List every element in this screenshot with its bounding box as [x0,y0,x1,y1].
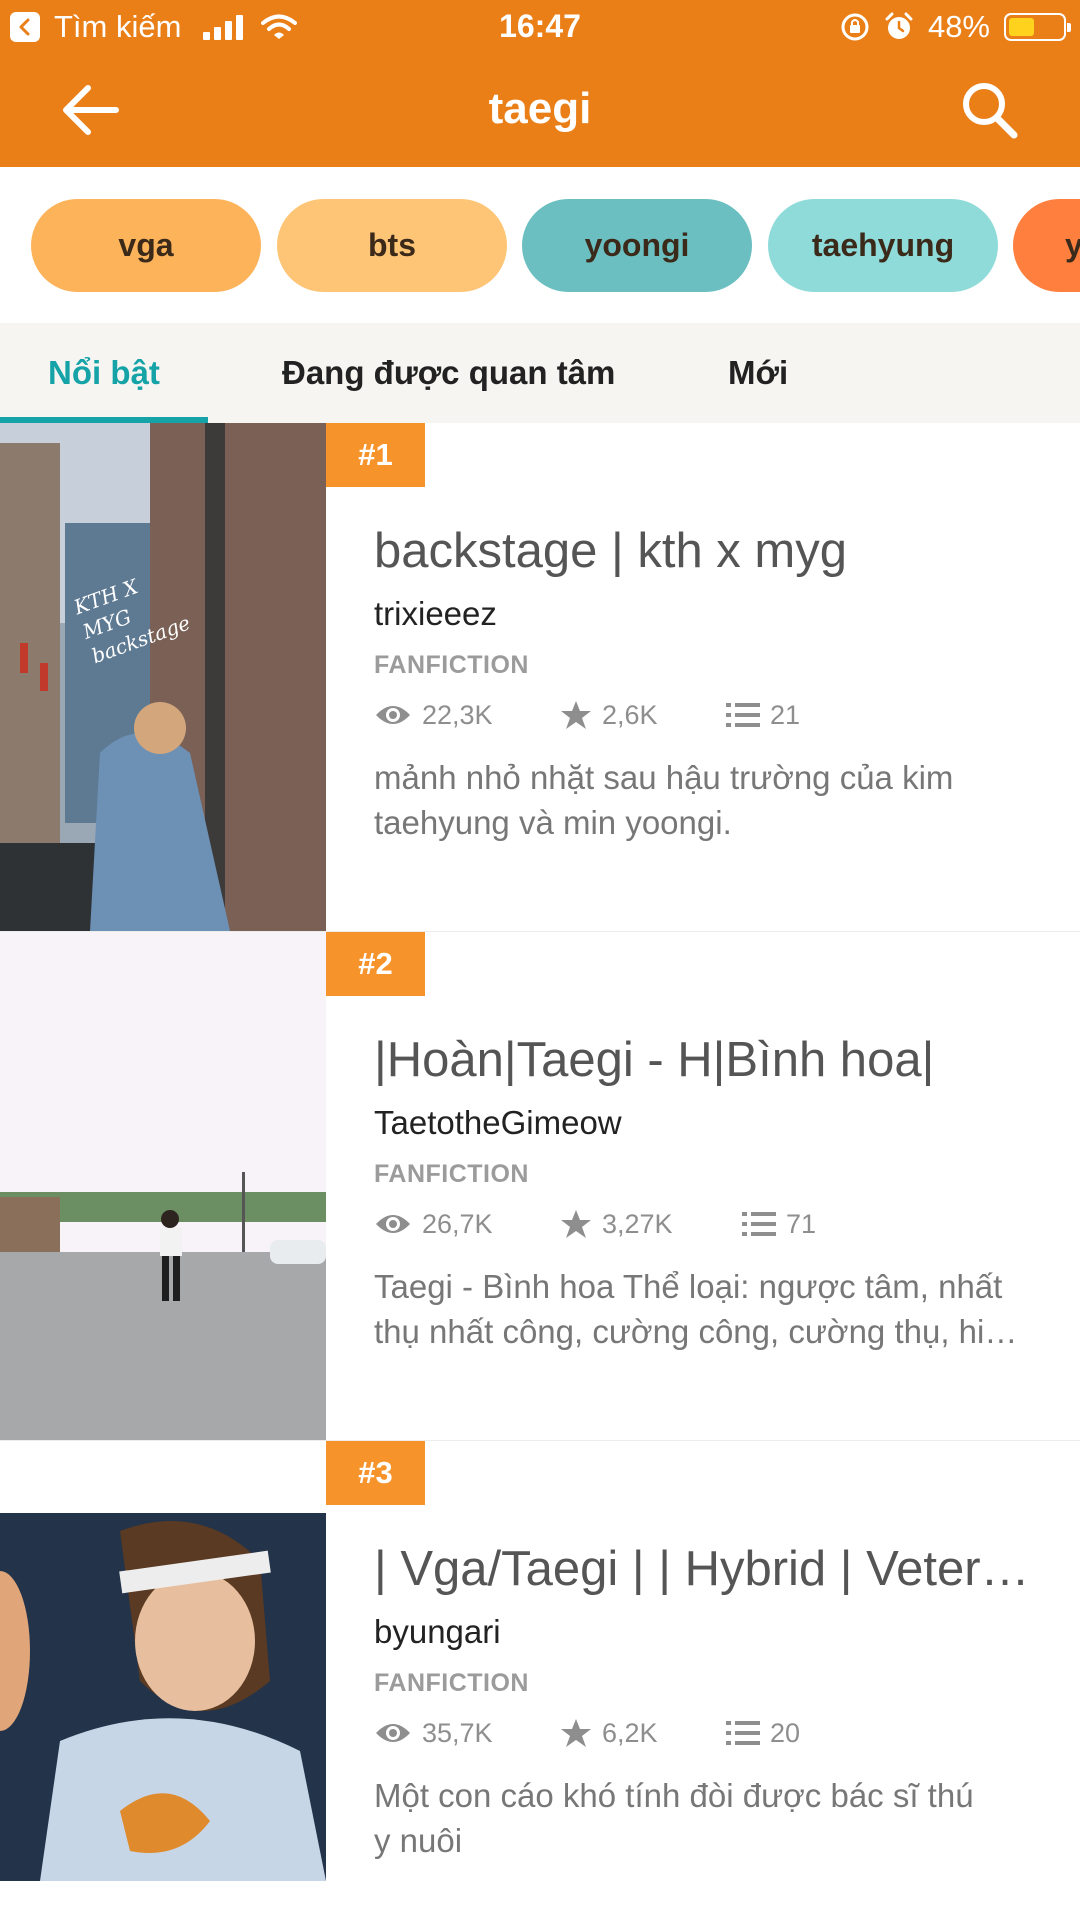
views-stat: 22,3K [374,700,560,731]
story-list-item[interactable]: #3 | Vga/Taegi | | Hybrid | Veteri… byun… [0,1441,1080,1920]
story-title[interactable]: |Hoàn|Taegi - H|Bình hoa| [374,1032,1034,1088]
back-app-label[interactable]: Tìm kiếm [54,9,181,45]
description-line: Một con cáo khó tính đòi được bác sĩ thú [374,1777,974,1814]
related-tags: vga bts yoongi taehyung y [0,167,1080,323]
arrow-left-icon[interactable] [60,82,120,138]
list-icon [726,703,760,727]
tag-chip[interactable]: vga [31,199,261,292]
votes-count: 6,2K [602,1717,658,1748]
story-author[interactable]: trixieeez [374,595,497,633]
back-to-app-icon[interactable] [10,12,40,42]
story-author[interactable]: TaetotheGimeow [374,1104,622,1142]
story-cover-image[interactable]: KTH X MYG backstage [0,423,326,931]
story-category: FANFICTION [374,1669,529,1697]
rank-badge: #3 [326,1441,425,1505]
star-icon [561,1210,591,1238]
votes-stat: 3,27K [560,1209,742,1240]
orientation-lock-icon [841,13,869,41]
description-line: taehyung và min yoongi. [374,804,732,841]
alarm-icon [885,12,913,39]
list-icon [742,1212,776,1236]
description-line: thụ nhất công, cường công, cường thụ, hi… [374,1313,1018,1350]
search-icon[interactable] [960,80,1018,140]
tab-trending[interactable]: Đang được quan tâm [282,323,615,423]
story-stats: 26,7K 3,27K 71 [374,1204,816,1244]
tag-chip[interactable]: y [1013,199,1080,292]
app-header: taegi [0,54,1080,167]
views-stat: 26,7K [374,1209,560,1240]
list-icon [726,1721,760,1745]
story-list-item[interactable]: #2 |Hoàn|Taegi - H|Bình hoa| TaetotheGim… [0,932,1080,1442]
battery-icon [1004,13,1071,41]
story-category: FANFICTION [374,651,529,679]
parts-count: 20 [770,1717,801,1748]
star-icon [561,701,591,729]
story-description: mảnh nhỏ nhặt sau hậu trường của kim tae… [374,755,1034,845]
votes-count: 2,6K [602,699,658,730]
description-line: mảnh nhỏ nhặt sau hậu trường của kim [374,759,954,796]
tag-chip[interactable]: bts [277,199,507,292]
tab-featured[interactable]: Nổi bật [48,323,160,423]
description-line: y nuôi [374,1822,463,1859]
page-title: taegi [488,84,592,133]
eye-icon [376,706,410,724]
votes-stat: 6,2K [560,1718,726,1749]
tag-chip[interactable]: yoongi [522,199,752,292]
story-stats: 35,7K 6,2K 20 [374,1713,800,1753]
battery-level [1009,18,1034,36]
views-count: 35,7K [422,1717,493,1748]
status-back-to-app[interactable]: Tìm kiếm [10,8,298,46]
rank-badge: #2 [326,932,425,996]
wifi-icon [261,14,298,39]
tab-new[interactable]: Mới [728,323,788,423]
cellular-signal-icon [203,14,244,40]
rank-badge: #1 [326,423,425,487]
tag-chip[interactable]: taehyung [768,199,998,292]
description-line: Taegi - Bình hoa Thể loại: ngược tâm, nh… [374,1268,1003,1305]
parts-stat: 21 [726,700,800,731]
star-icon [561,1719,591,1747]
story-category: FANFICTION [374,1160,529,1188]
battery-percent: 48% [927,9,990,44]
story-description: Taegi - Bình hoa Thể loại: ngược tâm, nh… [374,1264,1034,1354]
story-list-item[interactable]: KTH X MYG backstage #1 backstage | kth x… [0,423,1080,933]
story-stats: 22,3K 2,6K 21 [374,695,800,735]
parts-stat: 71 [742,1209,816,1240]
status-bar: Tìm kiếm 16:47 48% [0,0,1080,54]
views-count: 22,3K [422,699,493,730]
eye-icon [376,1215,410,1233]
story-title[interactable]: backstage | kth x myg [374,523,1034,579]
views-count: 26,7K [422,1208,493,1239]
votes-stat: 2,6K [560,700,726,731]
sort-tabs: Nổi bật Đang được quan tâm Mới [0,323,1080,423]
parts-count: 71 [786,1208,817,1239]
parts-count: 21 [770,699,801,730]
story-cover-image[interactable] [0,1441,326,1920]
story-title[interactable]: | Vga/Taegi | | Hybrid | Veteri… [374,1541,1034,1597]
story-cover-image[interactable] [0,932,326,1440]
votes-count: 3,27K [602,1208,673,1239]
views-stat: 35,7K [374,1718,560,1749]
eye-icon [376,1724,410,1742]
story-description: Một con cáo khó tính đòi được bác sĩ thú… [374,1773,1034,1863]
parts-stat: 20 [726,1718,800,1749]
story-author[interactable]: byungari [374,1613,501,1651]
